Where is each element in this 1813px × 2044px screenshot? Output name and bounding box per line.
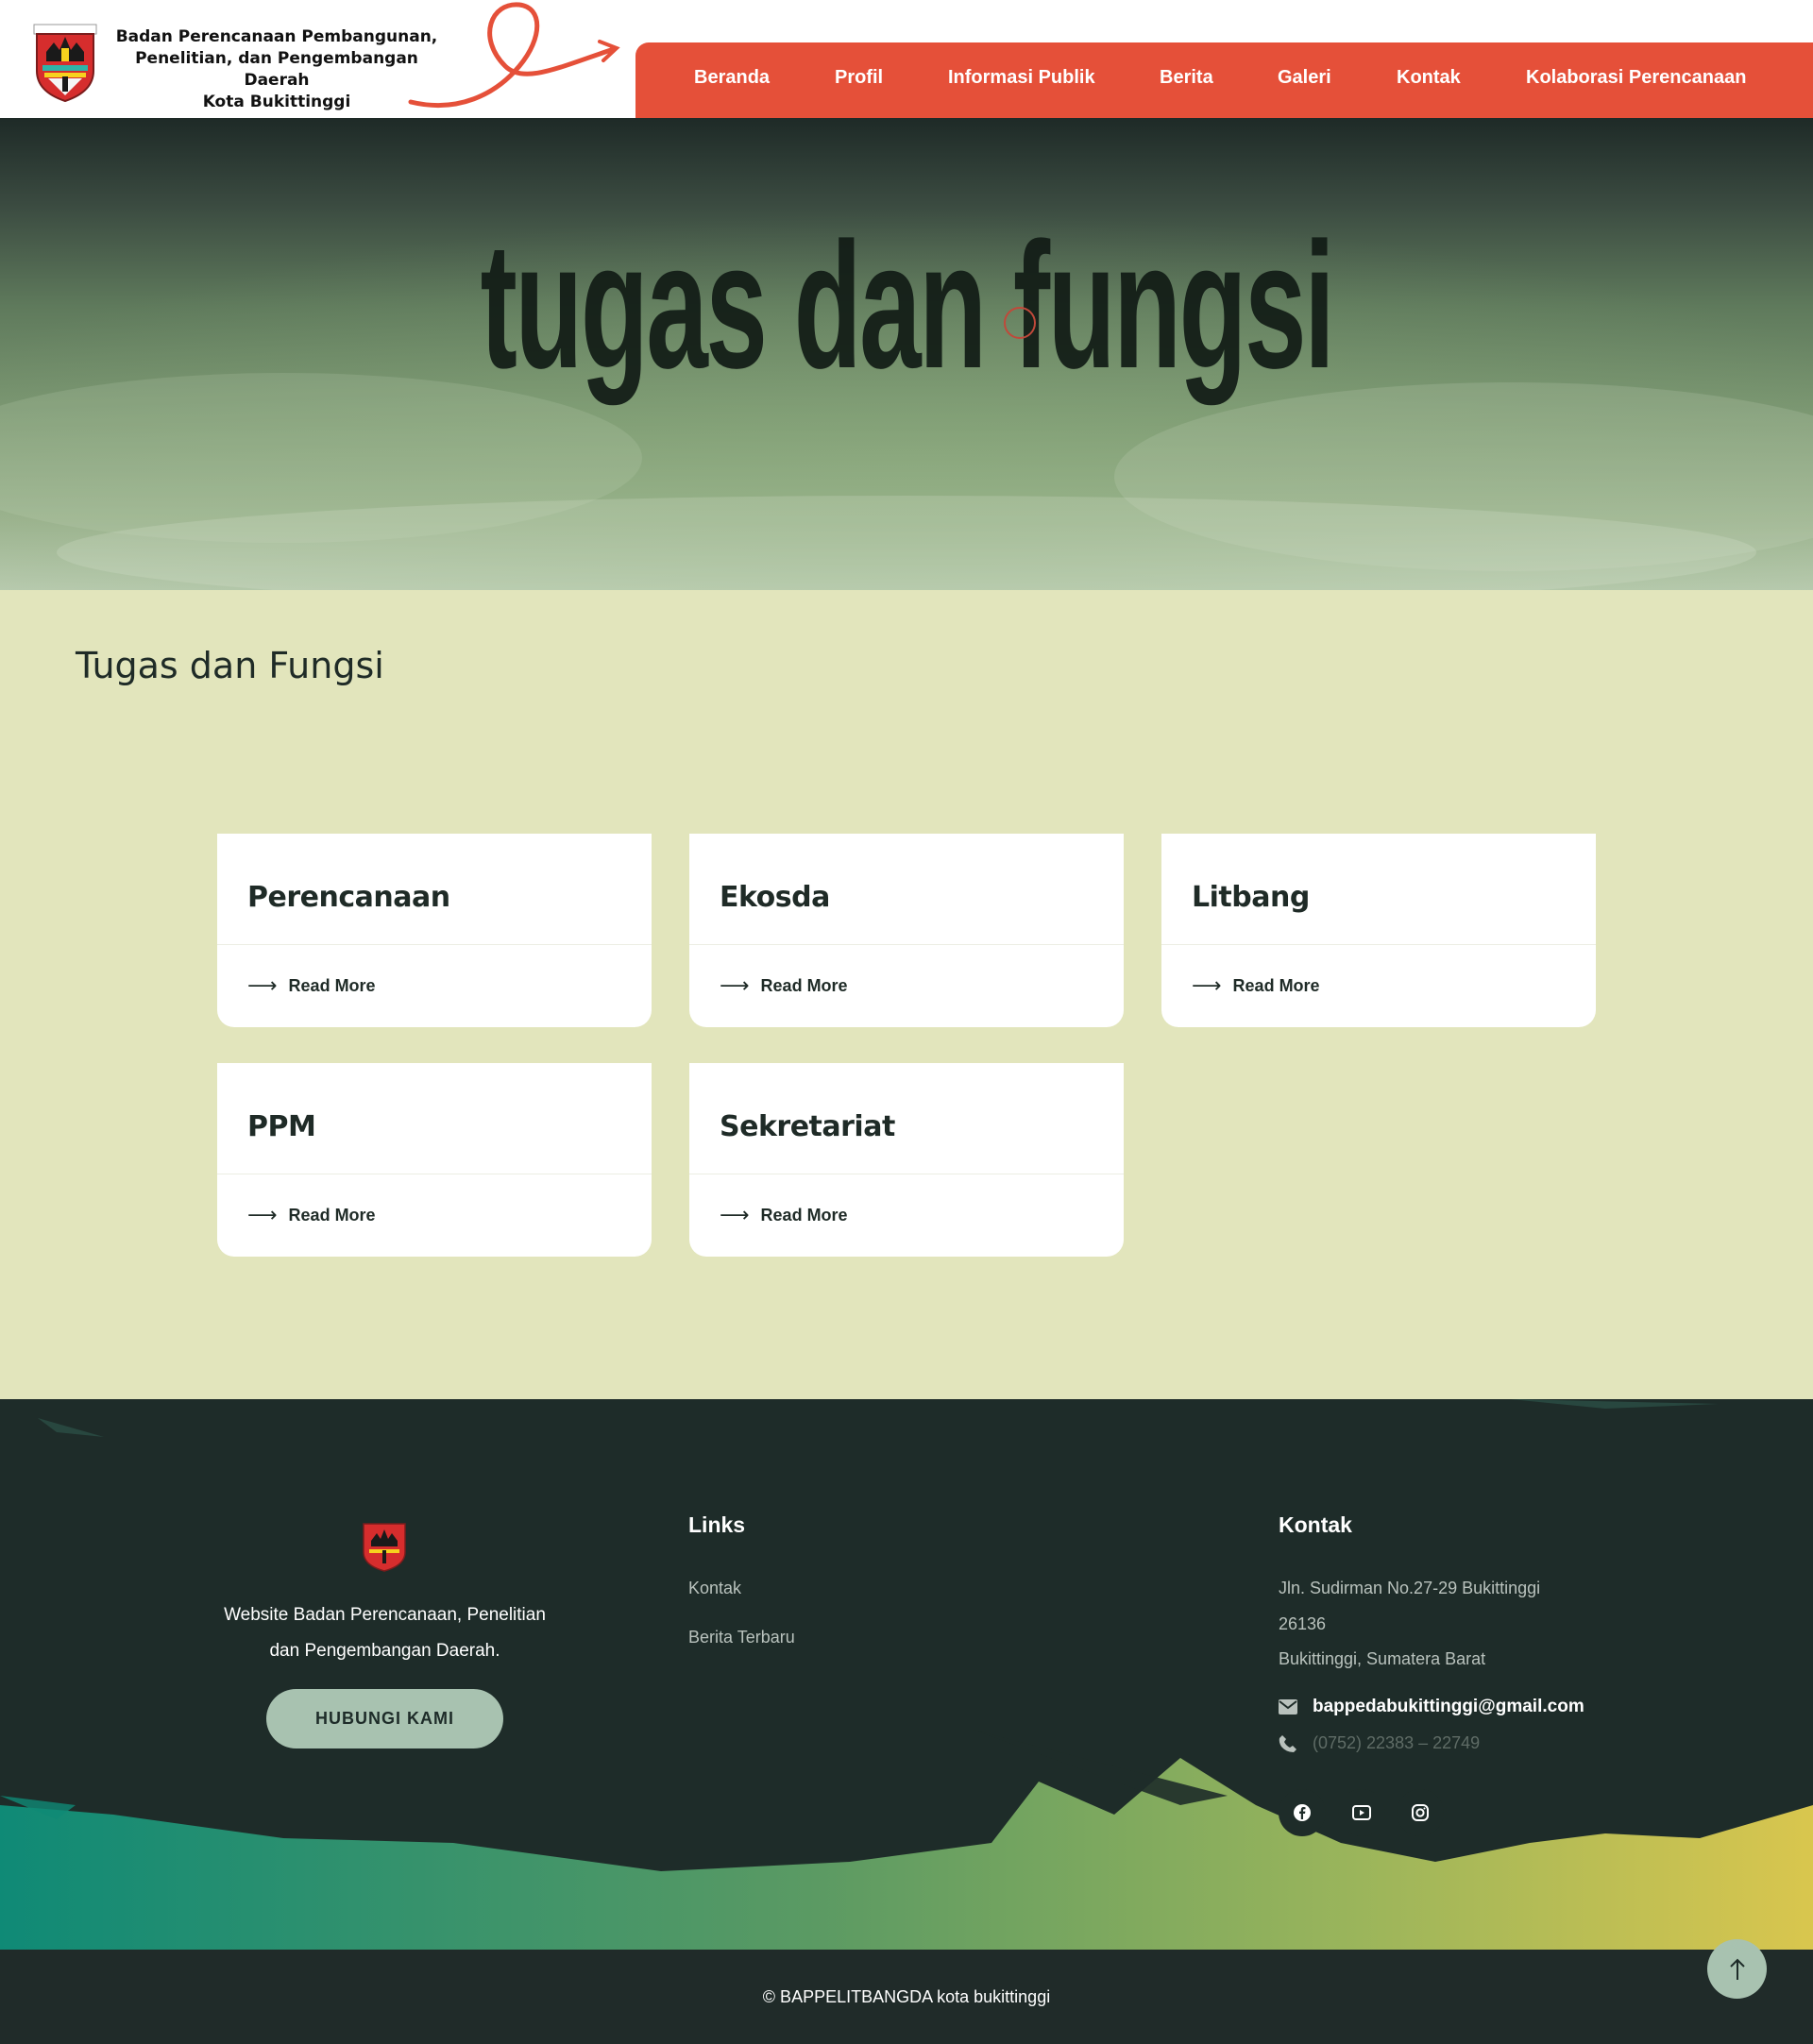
envelope-icon <box>1279 1699 1297 1715</box>
read-more-link[interactable]: ⟶ Read More <box>247 975 376 996</box>
read-more-label: Read More <box>1232 975 1320 995</box>
phone-label: (0752) 22383 – 22749 <box>1313 1733 1481 1752</box>
nav-informasi-publik[interactable]: Informasi Publik <box>948 67 1095 89</box>
card-title: Perencanaan <box>247 881 450 914</box>
read-more-label: Read More <box>288 975 376 995</box>
arrow-right-icon: ⟶ <box>247 973 278 997</box>
decorative-swoosh <box>408 2 620 108</box>
phone-icon <box>1279 1734 1296 1752</box>
card-sekretariat: Sekretariat ⟶ Read More <box>689 1063 1124 1257</box>
footer-desc-line1: Website Badan Perencanaan, Penelitian <box>224 1605 546 1625</box>
address-line1: Jln. Sudirman No.27-29 Bukittinggi <box>1279 1579 1541 1597</box>
main-content: Tugas dan Fungsi Perencanaan ⟶ Read More… <box>0 590 1813 1399</box>
city-emblem-logo[interactable] <box>33 24 97 103</box>
address-line2: 26136 <box>1279 1614 1327 1633</box>
footer-desc-line2: dan Pengembangan Daerah. <box>269 1641 500 1661</box>
card-litbang: Litbang ⟶ Read More <box>1161 834 1596 1027</box>
page-title: Tugas dan Fungsi <box>76 645 384 686</box>
card-divider <box>689 944 1124 945</box>
read-more-label: Read More <box>760 1205 848 1225</box>
hero-banner: tugas dan fungsi <box>0 118 1813 590</box>
organization-name: Badan Perencanaan Pembangunan, Penelitia… <box>111 26 442 113</box>
instagram-icon[interactable] <box>1397 1789 1444 1836</box>
arrow-right-icon: ⟶ <box>1192 973 1222 997</box>
footer-description: Website Badan Perencanaan, Penelitian da… <box>208 1597 562 1669</box>
nav-kontak[interactable]: Kontak <box>1397 67 1461 89</box>
address-line3: Bukittinggi, Sumatera Barat <box>1279 1649 1486 1668</box>
email-address: bappedabukittinggi@gmail.com <box>1313 1697 1584 1716</box>
nav-galeri[interactable]: Galeri <box>1278 67 1331 89</box>
arrow-right-icon: ⟶ <box>720 973 750 997</box>
read-more-label: Read More <box>288 1205 376 1225</box>
org-name-line2: Penelitian, dan Pengembangan Daerah <box>135 49 418 90</box>
main-navigation: Beranda Profil Informasi Publik Berita G… <box>635 42 1813 118</box>
contact-heading: Kontak <box>1279 1512 1352 1537</box>
arrow-right-icon: ⟶ <box>247 1203 278 1226</box>
org-name-line3: Kota Bukittinggi <box>202 93 351 111</box>
links-heading: Links <box>688 1512 746 1537</box>
copyright-text: © BAPPELITBANGDA kota bukittinggi <box>762 1987 1051 2006</box>
hero-circle-marker <box>1004 307 1036 339</box>
site-footer: Website Badan Perencanaan, Penelitian da… <box>0 1399 1813 1950</box>
read-more-link[interactable]: ⟶ Read More <box>720 1205 848 1225</box>
read-more-link[interactable]: ⟶ Read More <box>247 1205 376 1225</box>
phone-number: (0752) 22383 – 22749 <box>1279 1733 1480 1753</box>
read-more-link[interactable]: ⟶ Read More <box>720 975 848 996</box>
footer-brush-decoration <box>0 1399 1813 1950</box>
org-name-line1: Badan Perencanaan Pembangunan, <box>115 27 438 46</box>
email-link[interactable]: bappedabukittinggi@gmail.com <box>1279 1697 1584 1717</box>
read-more-label: Read More <box>760 975 848 995</box>
footer-link-kontak[interactable]: Kontak <box>688 1579 741 1598</box>
facebook-icon[interactable] <box>1279 1789 1326 1836</box>
contact-us-button[interactable]: HUBUNGI KAMI <box>266 1689 503 1748</box>
nav-profil[interactable]: Profil <box>835 67 883 89</box>
nav-beranda[interactable]: Beranda <box>694 67 770 89</box>
card-divider <box>217 944 652 945</box>
card-title: PPM <box>247 1110 316 1143</box>
read-more-link[interactable]: ⟶ Read More <box>1192 975 1320 996</box>
site-header: Badan Perencanaan Pembangunan, Penelitia… <box>0 0 1813 118</box>
nav-kolaborasi-perencanaan[interactable]: Kolaborasi Perencanaan <box>1526 67 1746 89</box>
card-divider <box>1161 944 1596 945</box>
card-title: Litbang <box>1192 881 1310 914</box>
copyright-bar: © BAPPELITBANGDA kota bukittinggi <box>0 1950 1813 2044</box>
card-perencanaan: Perencanaan ⟶ Read More <box>217 834 652 1027</box>
card-ekosda: Ekosda ⟶ Read More <box>689 834 1124 1027</box>
card-title: Sekretariat <box>720 1110 895 1143</box>
card-ppm: PPM ⟶ Read More <box>217 1063 652 1257</box>
youtube-icon[interactable] <box>1338 1789 1385 1836</box>
hero-title: tugas dan fungsi <box>480 206 1335 406</box>
nav-berita[interactable]: Berita <box>1160 67 1213 89</box>
arrow-up-icon <box>1729 1958 1745 1980</box>
footer-link-berita-terbaru[interactable]: Berita Terbaru <box>688 1628 795 1647</box>
footer-emblem-logo <box>363 1523 406 1572</box>
arrow-right-icon: ⟶ <box>720 1203 750 1226</box>
card-title: Ekosda <box>720 881 830 914</box>
scroll-to-top-button[interactable] <box>1707 1939 1767 1999</box>
